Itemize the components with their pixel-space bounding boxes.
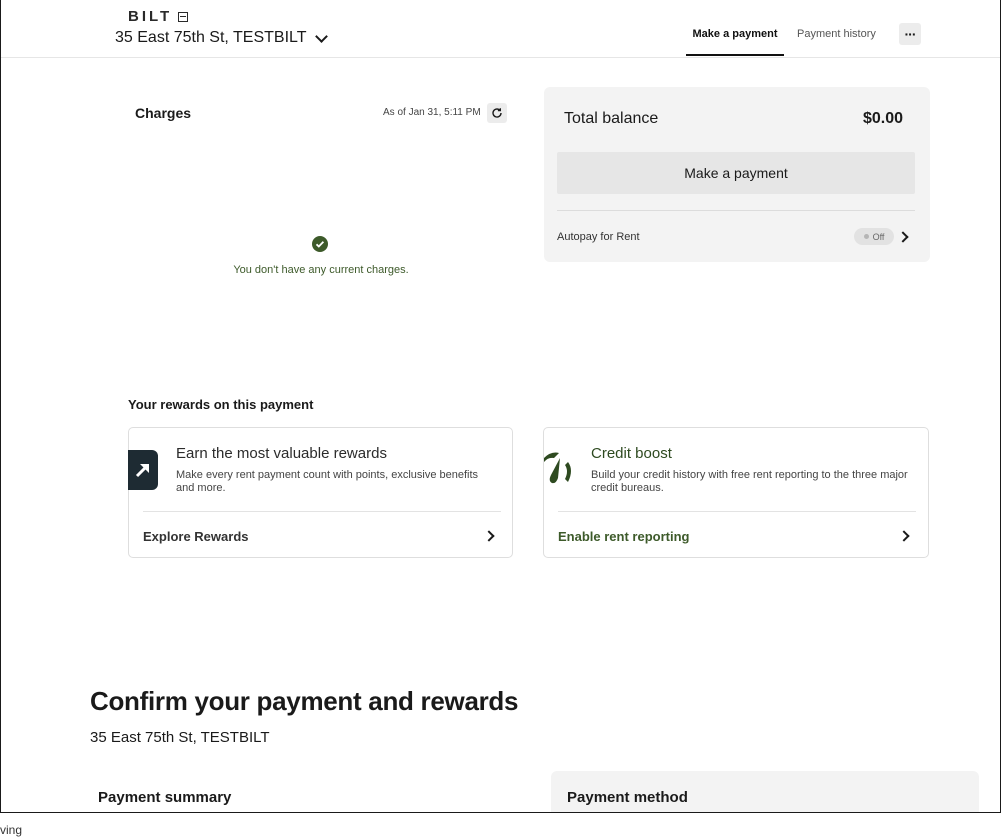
- more-options-button[interactable]: ···: [899, 23, 921, 45]
- refresh-button[interactable]: [487, 103, 507, 123]
- header-divider: [1, 57, 1000, 58]
- autopay-toggle[interactable]: Off: [854, 228, 894, 245]
- make-payment-button[interactable]: Make a payment: [557, 152, 915, 194]
- payment-method-heading: Payment method: [567, 789, 688, 806]
- rewards-card-title: Credit boost: [591, 445, 672, 462]
- app-frame: BILT 35 East 75th St, TESTBILT Make a pa…: [0, 0, 1001, 813]
- rewards-card-description: Build your credit history with free rent…: [591, 469, 908, 494]
- charges-title: Charges: [135, 105, 192, 121]
- autopay-label: Autopay for Rent: [557, 231, 640, 243]
- card-divider: [557, 210, 915, 211]
- confirm-address: 35 East 75th St, TESTBILT: [90, 729, 270, 746]
- card-divider: [143, 511, 501, 512]
- property-name: 35 East 75th St, TESTBILT: [115, 29, 307, 46]
- rewards-card-description: Make every rent payment count with point…: [176, 469, 479, 494]
- total-balance-label: Total balance: [564, 110, 659, 127]
- arrow-up-right-icon: [128, 450, 158, 490]
- explore-rewards-link[interactable]: Explore Rewards: [143, 529, 249, 544]
- logo-mark-icon: [178, 11, 189, 22]
- total-balance-amount: $0.00: [863, 110, 904, 127]
- gauge-icon: [544, 452, 571, 484]
- status-text: ving: [0, 823, 23, 837]
- active-tab-indicator: [686, 54, 784, 56]
- logo-text: BILT: [128, 8, 173, 25]
- refresh-icon: [492, 108, 502, 118]
- enable-rent-reporting-link[interactable]: Enable rent reporting: [558, 529, 689, 544]
- rewards-card-title: Earn the most valuable rewards: [176, 445, 387, 462]
- card-divider: [558, 511, 916, 512]
- charges-timestamp: As of Jan 31, 5:11 PM: [383, 107, 481, 118]
- bilt-logo[interactable]: BILT: [128, 8, 189, 25]
- payment-summary-heading: Payment summary: [98, 789, 232, 806]
- ellipsis-icon: ···: [904, 26, 917, 42]
- autopay-state: Off: [872, 231, 885, 242]
- empty-charges-message: You don't have any current charges.: [233, 264, 409, 276]
- chevron-down-icon: [314, 29, 328, 43]
- check-circle-icon: [312, 236, 328, 252]
- toggle-dot-icon: [863, 234, 869, 239]
- tab-payment-history[interactable]: Payment history: [797, 28, 876, 40]
- confirm-title: Confirm your payment and rewards: [90, 686, 519, 716]
- tab-make-payment[interactable]: Make a payment: [686, 28, 784, 40]
- property-selector[interactable]: 35 East 75th St, TESTBILT: [115, 29, 328, 47]
- rewards-section-title: Your rewards on this payment: [128, 397, 314, 412]
